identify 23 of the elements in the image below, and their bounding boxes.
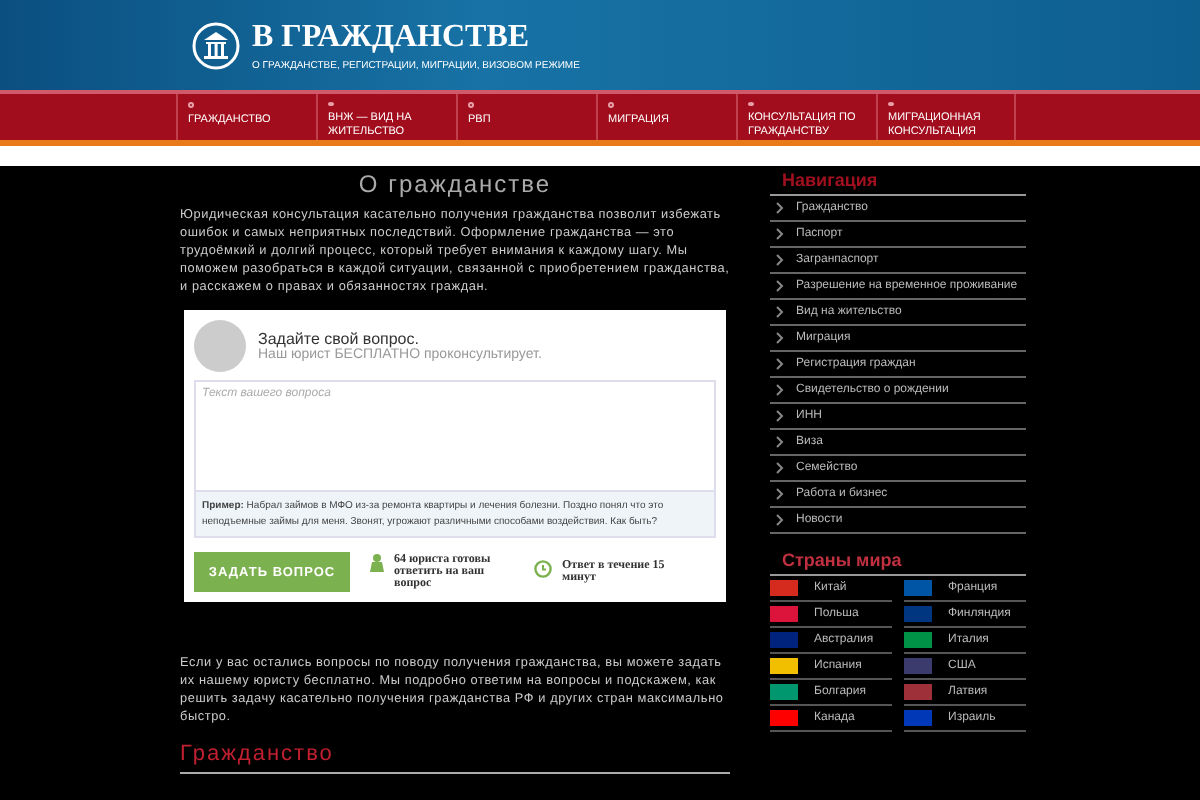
- sidebar-heading: Страны мира: [770, 550, 1026, 576]
- sidebar-heading: Навигация: [770, 170, 1026, 196]
- chevron-icon: [776, 306, 784, 318]
- chevron-icon: [776, 280, 784, 292]
- chevron-icon: [776, 358, 784, 370]
- chevron-icon: [776, 384, 784, 396]
- chevron-icon: [776, 202, 784, 214]
- clock-icon: [534, 560, 552, 578]
- site-title: В ГРАЖДАНСТВЕ: [252, 19, 532, 55]
- chevron-icon: [776, 514, 784, 526]
- logo-icon: [192, 21, 240, 69]
- chevron-icon: [776, 410, 784, 422]
- chevron-icon: [776, 254, 784, 266]
- page-heading: О гражданстве: [356, 170, 554, 198]
- form-title: Задайте свой вопрос.: [258, 330, 421, 348]
- chevron-icon: [776, 228, 784, 240]
- chevron-icon: [776, 462, 784, 474]
- person-icon: [370, 554, 384, 572]
- chevron-icon: [776, 436, 784, 448]
- section-heading: Гражданство: [180, 742, 730, 774]
- chevron-icon: [776, 332, 784, 344]
- chevron-icon: [776, 488, 784, 500]
- avatar-placeholder: [194, 320, 246, 372]
